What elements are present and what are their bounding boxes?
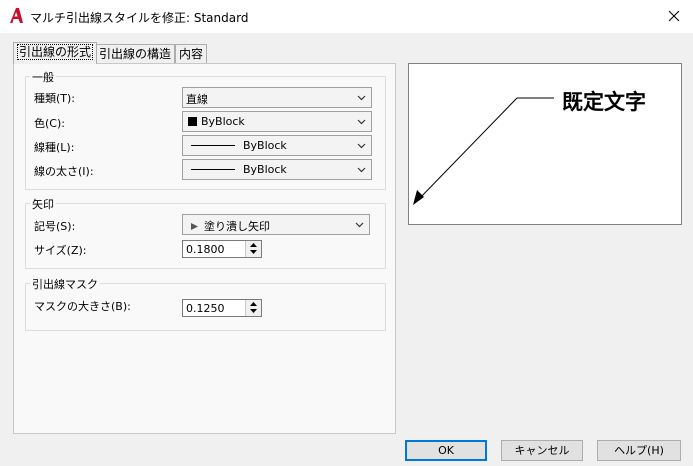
color-dropdown[interactable]: ByBlock	[182, 111, 372, 132]
preview-default-text: 既定文字	[562, 90, 646, 114]
cancel-button[interactable]: キャンセル	[501, 440, 583, 461]
title-bar: マルチ引出線スタイルを修正: Standard	[0, 0, 693, 33]
arrow-symbol-value: 塗り潰し矢印	[204, 220, 270, 233]
line-sample-icon	[191, 145, 235, 146]
color-value: ByBlock	[201, 115, 245, 128]
help-button[interactable]: ヘルプ(H)	[597, 440, 681, 461]
stepper-up-icon[interactable]	[250, 243, 257, 247]
filled-arrow-icon	[191, 222, 198, 230]
linetype-label: 線種(L):	[34, 141, 75, 154]
arrow-size-value: 0.1800	[186, 243, 225, 256]
stepper-buttons[interactable]	[245, 300, 261, 316]
stepper-buttons[interactable]	[245, 241, 261, 257]
type-dropdown[interactable]: 直線	[182, 87, 372, 108]
ok-button[interactable]: OK	[405, 440, 487, 461]
type-label: 種類(T):	[34, 92, 76, 105]
type-value: 直線	[186, 93, 208, 106]
stepper-up-icon[interactable]	[250, 302, 257, 306]
arrow-size-stepper[interactable]: 0.1800	[182, 240, 262, 258]
close-button[interactable]	[655, 0, 693, 33]
stepper-down-icon[interactable]	[250, 309, 257, 313]
arrow-symbol-dropdown[interactable]: 塗り潰し矢印	[182, 214, 370, 235]
leader-mask-group-title: 引出線マスク	[30, 276, 100, 292]
color-label: 色(C):	[34, 117, 65, 130]
color-swatch-icon	[188, 117, 197, 126]
chevron-down-icon	[357, 167, 366, 173]
arrowhead-group-title: 矢印	[30, 196, 56, 212]
window-title: マルチ引出線スタイルを修正: Standard	[30, 11, 249, 25]
linetype-value: ByBlock	[243, 139, 287, 152]
arrowhead-group	[25, 203, 386, 269]
stepper-down-icon[interactable]	[250, 250, 257, 254]
lineweight-value: ByBlock	[243, 163, 287, 176]
chevron-down-icon	[357, 95, 366, 101]
chevron-down-icon	[355, 222, 364, 228]
tab-leader-structure[interactable]: 引出線の構造	[95, 44, 176, 64]
tab-leader-format[interactable]: 引出線の形式	[13, 42, 98, 64]
symbol-label: 記号(S):	[34, 220, 76, 233]
line-sample-icon	[191, 169, 235, 170]
mask-size-value: 0.1250	[186, 302, 225, 315]
general-group-title: 一般	[30, 69, 56, 85]
autocad-a-icon	[8, 7, 24, 25]
lineweight-dropdown[interactable]: ByBlock	[182, 159, 372, 180]
tab-content[interactable]: 内容	[175, 44, 208, 64]
linetype-dropdown[interactable]: ByBlock	[182, 135, 372, 156]
chevron-down-icon	[357, 119, 366, 125]
preview-pane: 既定文字	[408, 63, 682, 225]
mask-size-stepper[interactable]: 0.1250	[182, 299, 262, 317]
mask-size-label: マスクの大きさ(B):	[34, 300, 131, 313]
close-icon	[668, 10, 680, 22]
lineweight-label: 線の太さ(I):	[34, 165, 94, 178]
size-label: サイズ(Z):	[34, 244, 87, 257]
chevron-down-icon	[357, 143, 366, 149]
